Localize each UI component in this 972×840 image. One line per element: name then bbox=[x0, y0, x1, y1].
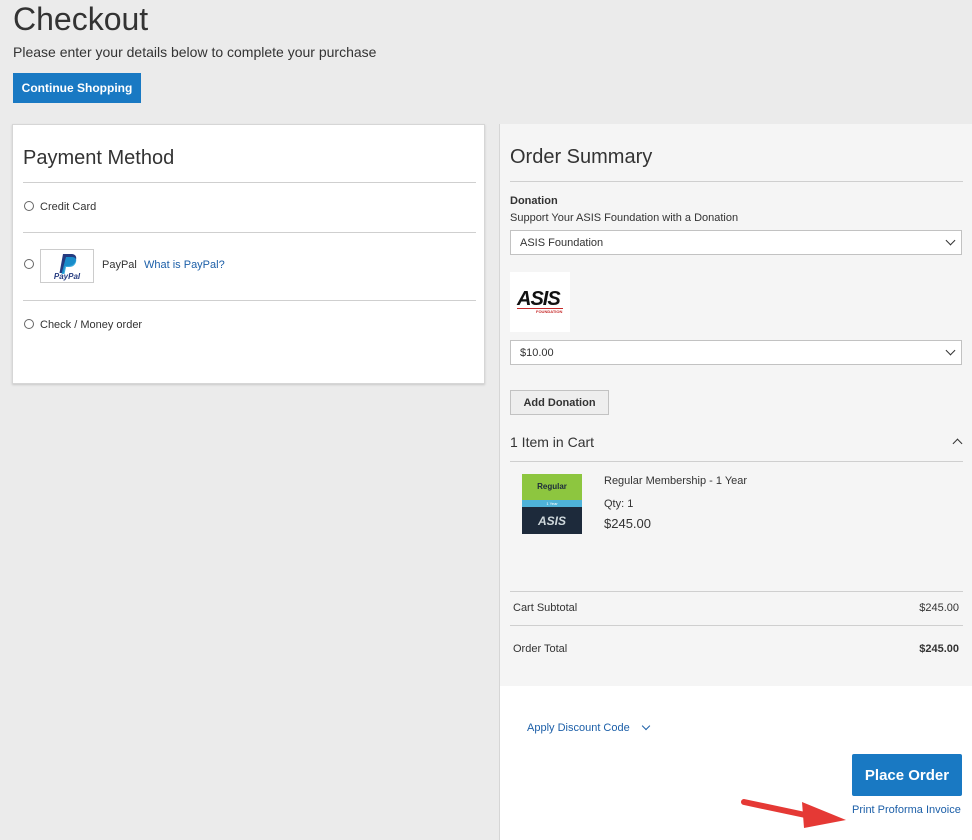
add-donation-button[interactable]: Add Donation bbox=[510, 390, 609, 415]
divider bbox=[510, 181, 963, 182]
product-price: $245.00 bbox=[604, 516, 651, 531]
paypal-logo-text: PayPal bbox=[53, 272, 81, 281]
chevron-down-icon bbox=[945, 235, 956, 246]
continue-shopping-button[interactable]: Continue Shopping bbox=[13, 73, 141, 103]
page-subtitle: Please enter your details below to compl… bbox=[13, 44, 377, 60]
payment-method-title: Payment Method bbox=[23, 147, 175, 169]
divider bbox=[23, 300, 476, 301]
place-order-button[interactable]: Place Order bbox=[852, 754, 962, 796]
payment-method-panel: Payment Method Credit Card PayPal PayPal… bbox=[12, 124, 485, 384]
annotation-arrow-icon bbox=[741, 799, 846, 828]
thumb-top-text: Regular bbox=[537, 482, 567, 491]
what-is-paypal-link[interactable]: What is PayPal? bbox=[144, 259, 225, 271]
paypal-label[interactable]: PayPal bbox=[102, 259, 137, 271]
apply-discount-link[interactable]: Apply Discount Code bbox=[527, 722, 630, 734]
cart-subtotal-label: Cart Subtotal bbox=[513, 602, 578, 614]
donation-amount-select[interactable]: $10.00 bbox=[510, 340, 962, 365]
order-total-value: $245.00 bbox=[919, 643, 959, 655]
thumb-bottom-text: ASIS bbox=[537, 514, 566, 528]
cart-subtotal-value: $245.00 bbox=[919, 602, 959, 614]
thumb-mid-band: 1 Year bbox=[522, 500, 582, 507]
check-money-order-label[interactable]: Check / Money order bbox=[40, 319, 142, 331]
credit-card-radio[interactable] bbox=[24, 201, 34, 211]
paypal-radio[interactable] bbox=[24, 259, 34, 269]
order-summary-panel: Order Summary Donation Support Your ASIS… bbox=[499, 124, 972, 840]
donation-fund-select[interactable]: ASIS Foundation bbox=[510, 230, 962, 255]
chevron-down-icon bbox=[945, 345, 956, 356]
logo-underline bbox=[517, 308, 563, 309]
asis-foundation-logo: ASIS FOUNDATION bbox=[510, 272, 570, 332]
divider bbox=[510, 591, 963, 592]
donation-heading: Donation bbox=[510, 195, 558, 207]
donation-amount-value: $10.00 bbox=[520, 346, 554, 359]
product-thumbnail: Regular 1 Year ASIS bbox=[522, 474, 582, 534]
cart-heading[interactable]: 1 Item in Cart bbox=[510, 434, 594, 450]
check-money-order-radio[interactable] bbox=[24, 319, 34, 329]
divider bbox=[510, 625, 963, 626]
thumb-bottom-band: ASIS bbox=[522, 507, 582, 534]
product-qty: Qty: 1 bbox=[604, 498, 634, 510]
divider bbox=[23, 232, 476, 233]
asis-logo-subtext: FOUNDATION bbox=[536, 309, 563, 314]
print-proforma-invoice-link[interactable]: Print Proforma Invoice bbox=[852, 804, 961, 816]
page-title: Checkout bbox=[13, 1, 149, 37]
thumb-top-band: Regular bbox=[522, 474, 582, 500]
order-summary-title: Order Summary bbox=[510, 146, 653, 168]
donation-fund-value: ASIS Foundation bbox=[520, 236, 604, 249]
product-name: Regular Membership - 1 Year bbox=[604, 475, 748, 487]
thumb-mid-text: 1 Year bbox=[546, 501, 558, 506]
chevron-down-icon[interactable] bbox=[641, 721, 651, 731]
credit-card-label[interactable]: Credit Card bbox=[40, 201, 96, 213]
order-total-label: Order Total bbox=[513, 643, 568, 655]
divider bbox=[23, 182, 476, 183]
donation-subheading: Support Your ASIS Foundation with a Dona… bbox=[510, 212, 739, 224]
paypal-logo: PayPal bbox=[40, 249, 94, 283]
divider bbox=[510, 461, 963, 462]
